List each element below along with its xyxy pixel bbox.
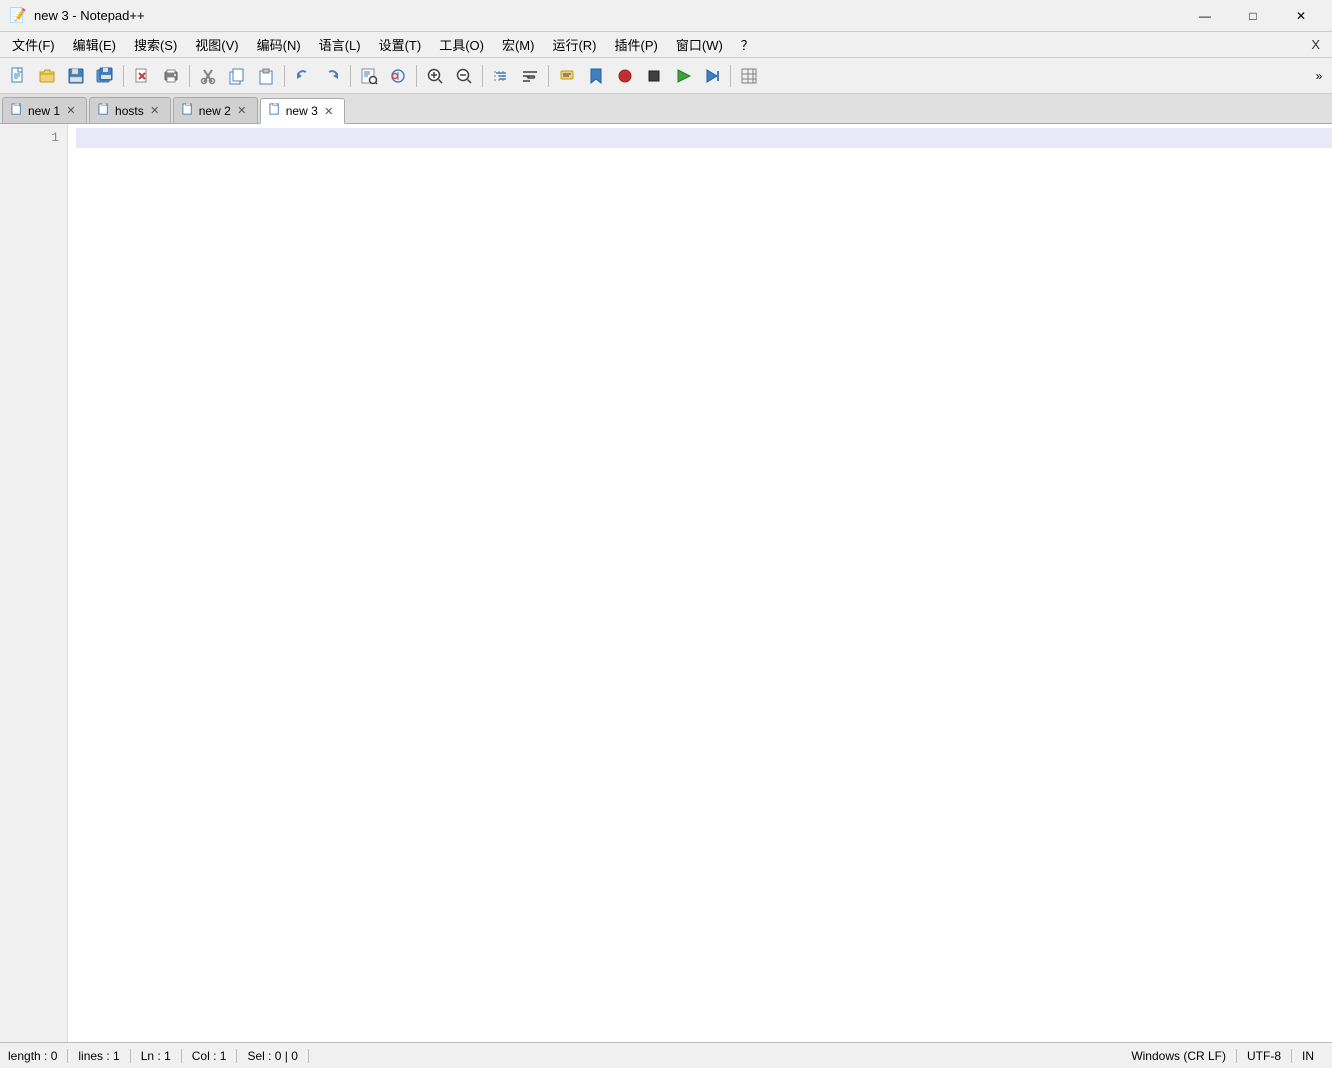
close-button[interactable]: ✕	[1278, 0, 1324, 32]
toolbar-sep-1	[123, 65, 124, 87]
menu-search[interactable]: 搜索(S)	[126, 33, 185, 56]
tab-icon-new3	[269, 103, 282, 119]
copy-button[interactable]	[223, 62, 251, 90]
menu-help[interactable]: ？	[733, 33, 762, 56]
record-macro-button[interactable]	[611, 62, 639, 90]
status-col: Col : 1	[182, 1049, 238, 1063]
tab-new1[interactable]: new 1 ✕	[2, 97, 87, 123]
status-bar: length : 0 lines : 1 Ln : 1 Col : 1 Sel …	[0, 1042, 1332, 1068]
stop-macro-button[interactable]	[640, 62, 668, 90]
editor-area[interactable]	[68, 124, 1332, 1042]
toolbar-sep-4	[350, 65, 351, 87]
status-lines: lines : 1	[68, 1049, 130, 1063]
word-wrap-button[interactable]	[516, 62, 544, 90]
tab-label-new3: new 3	[286, 104, 318, 118]
toolbar-sep-6	[482, 65, 483, 87]
menu-run[interactable]: 运行(R)	[544, 33, 604, 56]
paste-button[interactable]	[252, 62, 280, 90]
undo-button[interactable]	[289, 62, 317, 90]
redo-button[interactable]	[318, 62, 346, 90]
bookmark-toggle-button[interactable]	[582, 62, 610, 90]
window-title: new 3 - Notepad++	[34, 8, 1182, 23]
menu-language[interactable]: 语言(L)	[311, 33, 369, 56]
status-sel: Sel : 0 | 0	[237, 1049, 308, 1063]
play-macro-button[interactable]	[669, 62, 697, 90]
tab-icon-hosts	[98, 103, 111, 119]
menu-window[interactable]: 窗口(W)	[668, 33, 731, 56]
editor-line-1[interactable]	[76, 128, 1332, 148]
line-numbers: 1	[0, 124, 68, 1042]
cut-button[interactable]	[194, 62, 222, 90]
zoom-out-button[interactable]	[450, 62, 478, 90]
tab-label-new1: new 1	[28, 104, 60, 118]
find-in-files-button[interactable]	[355, 62, 383, 90]
window-controls: — □ ✕	[1182, 0, 1324, 32]
tab-label-hosts: hosts	[115, 104, 144, 118]
toolbar-sep-7	[548, 65, 549, 87]
title-bar: 📝 new 3 - Notepad++ — □ ✕	[0, 0, 1332, 32]
menu-tools[interactable]: 工具(O)	[431, 33, 492, 56]
save-button[interactable]	[62, 62, 90, 90]
tabs-bar: new 1 ✕ hosts ✕ new 2 ✕ new 3	[0, 94, 1332, 124]
status-length: length : 0	[8, 1049, 68, 1063]
toolbar-sep-3	[284, 65, 285, 87]
menu-overflow[interactable]: X	[1303, 35, 1328, 54]
status-encoding: UTF-8	[1237, 1049, 1292, 1063]
close-doc-button[interactable]	[128, 62, 156, 90]
toolbar-sep-8	[730, 65, 731, 87]
menu-settings[interactable]: 设置(T)	[371, 33, 430, 56]
tab-icon-new2	[182, 103, 195, 119]
zoom-in-button[interactable]	[421, 62, 449, 90]
menu-encoding[interactable]: 编码(N)	[249, 33, 309, 56]
app-icon: 📝	[8, 6, 28, 26]
status-insert-mode: IN	[1292, 1049, 1324, 1063]
toolbar-overflow-button[interactable]: »	[1310, 62, 1328, 90]
menu-file[interactable]: 文件(F)	[4, 33, 63, 56]
menu-view[interactable]: 视图(V)	[187, 33, 246, 56]
tab-close-new1[interactable]: ✕	[64, 104, 78, 118]
maximize-button[interactable]: □	[1230, 0, 1276, 32]
tab-hosts[interactable]: hosts ✕	[89, 97, 171, 123]
toolbar: »	[0, 58, 1332, 94]
status-ln: Ln : 1	[131, 1049, 182, 1063]
grid-view-button[interactable]	[735, 62, 763, 90]
tab-close-new2[interactable]: ✕	[235, 104, 249, 118]
line-number-1: 1	[0, 128, 59, 148]
tab-new2[interactable]: new 2 ✕	[173, 97, 258, 123]
toolbar-sep-2	[189, 65, 190, 87]
menu-edit[interactable]: 编辑(E)	[65, 33, 124, 56]
tab-icon-new1	[11, 103, 24, 119]
new-file-button[interactable]	[4, 62, 32, 90]
replace-button[interactable]	[384, 62, 412, 90]
tab-label-new2: new 2	[199, 104, 231, 118]
menu-bar: 文件(F) 编辑(E) 搜索(S) 视图(V) 编码(N) 语言(L) 设置(T…	[0, 32, 1332, 58]
open-file-button[interactable]	[33, 62, 61, 90]
toolbar-sep-5	[416, 65, 417, 87]
highlight-button[interactable]	[553, 62, 581, 90]
minimize-button[interactable]: —	[1182, 0, 1228, 32]
tab-close-hosts[interactable]: ✕	[148, 104, 162, 118]
print-button[interactable]	[157, 62, 185, 90]
tab-new3[interactable]: new 3 ✕	[260, 98, 345, 124]
run-script-button[interactable]	[698, 62, 726, 90]
tab-close-new3[interactable]: ✕	[322, 104, 336, 118]
indent-guide-button[interactable]	[487, 62, 515, 90]
status-line-ending: Windows (CR LF)	[1121, 1049, 1237, 1063]
editor-container: 1	[0, 124, 1332, 1042]
save-all-button[interactable]	[91, 62, 119, 90]
menu-macro[interactable]: 宏(M)	[494, 33, 543, 56]
menu-plugins[interactable]: 插件(P)	[607, 33, 666, 56]
